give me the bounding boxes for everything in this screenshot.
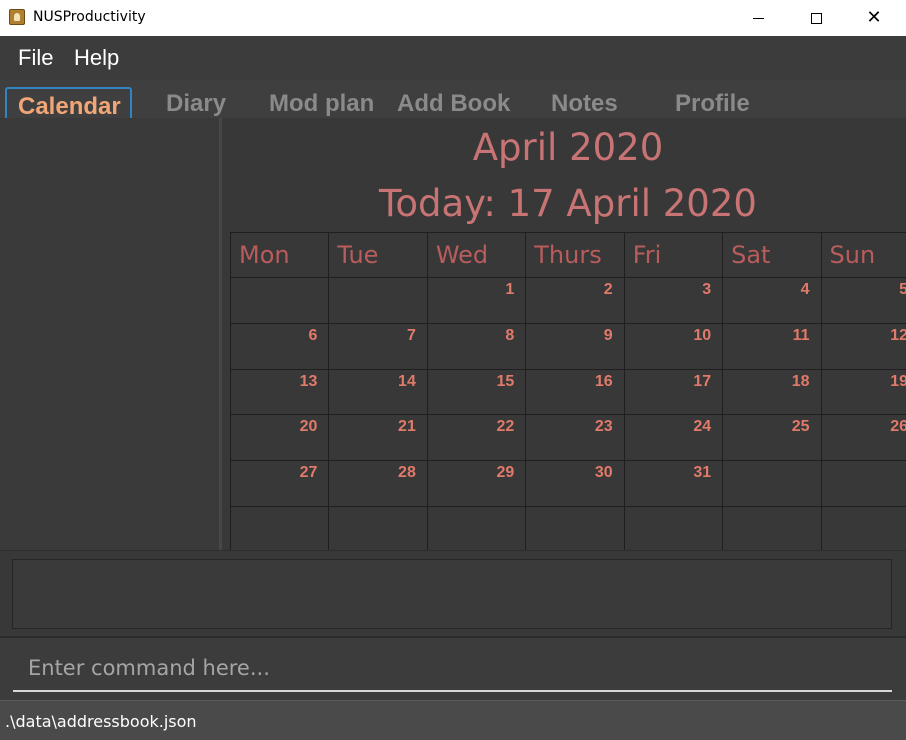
calendar-day-cell[interactable]: 29 — [426, 460, 527, 507]
calendar-week-row: 6 7 8 9 10 11 12 — [229, 322, 906, 370]
weekday-header: Sun — [820, 232, 906, 278]
minimize-button[interactable] — [735, 0, 781, 36]
calendar-day-cell[interactable] — [623, 505, 724, 553]
calendar-day-cell[interactable]: 1 — [426, 277, 527, 324]
calendar-week-row: 27 28 29 30 31 — [229, 460, 906, 507]
minimize-icon — [752, 17, 764, 19]
calendar-week-row: 1 2 3 4 5 — [229, 277, 906, 324]
calendar-day-cell[interactable]: 17 — [623, 368, 724, 416]
calendar-day-cell[interactable]: 9 — [525, 322, 625, 370]
calendar-day-cell[interactable]: 26 — [820, 414, 906, 462]
calendar-day-cell[interactable]: 2 — [525, 277, 625, 324]
calendar-week-row: 20 21 22 23 24 25 26 — [229, 414, 906, 462]
calendar-day-cell[interactable]: 11 — [722, 322, 822, 370]
calendar-day-cell[interactable]: 16 — [525, 368, 625, 416]
weekday-header: Sat — [722, 232, 822, 278]
calendar-day-cell[interactable]: 24 — [623, 414, 724, 462]
calendar-day-cell[interactable]: 20 — [229, 414, 330, 462]
calendar-day-cell[interactable] — [426, 505, 527, 553]
today-label: Today: 17 April 2020 — [379, 182, 757, 225]
calendar-day-cell[interactable]: 21 — [328, 414, 428, 462]
result-display[interactable] — [12, 559, 892, 629]
close-icon: ✕ — [866, 7, 882, 28]
calendar-day-cell[interactable]: 7 — [328, 322, 428, 370]
app-icon — [9, 9, 25, 25]
calendar-day-cell[interactable]: 31 — [623, 460, 724, 507]
status-bar: .\data\addressbook.json — [0, 700, 906, 740]
calendar-day-cell[interactable] — [722, 505, 822, 553]
calendar-panel: April 2020 Today: 17 April 2020 Mon Tue … — [0, 118, 906, 553]
calendar-day-cell[interactable]: 25 — [722, 414, 822, 462]
window-title: NUSProductivity — [33, 9, 146, 25]
calendar-day-cell[interactable] — [328, 277, 428, 324]
calendar-day-cell[interactable] — [229, 505, 330, 553]
calendar-day-cell[interactable] — [820, 505, 906, 553]
calendar-day-cell[interactable] — [722, 460, 822, 507]
calendar-day-cell[interactable]: 22 — [426, 414, 527, 462]
calendar-day-cell[interactable]: 15 — [426, 368, 527, 416]
calendar-day-cell[interactable]: 12 — [820, 322, 906, 370]
menu-file[interactable]: File — [18, 45, 53, 71]
weekday-header: Thurs — [525, 232, 625, 278]
calendar-day-cell[interactable]: 14 — [328, 368, 428, 416]
menu-bar: File Help — [0, 36, 906, 80]
tab-profile[interactable]: Profile — [675, 90, 750, 118]
calendar-day-cell[interactable]: 23 — [525, 414, 625, 462]
tab-bar: Calendar Diary Mod plan Add Book Notes P… — [0, 80, 906, 118]
weekday-header-row: Mon Tue Wed Thurs Fri Sat Sun — [229, 232, 906, 278]
calendar-day-cell[interactable]: 30 — [525, 460, 625, 507]
calendar-week-row — [229, 505, 906, 553]
tab-diary[interactable]: Diary — [166, 90, 226, 118]
command-area — [0, 636, 906, 700]
tab-notes[interactable]: Notes — [551, 90, 618, 118]
weekday-header: Fri — [623, 232, 724, 278]
calendar-day-cell[interactable] — [525, 505, 625, 553]
calendar-day-cell[interactable]: 28 — [328, 460, 428, 507]
calendar-day-cell[interactable] — [820, 460, 906, 507]
maximize-icon — [810, 12, 822, 24]
calendar-day-cell[interactable]: 10 — [623, 322, 724, 370]
maximize-button[interactable] — [793, 0, 839, 36]
weekday-header: Wed — [426, 232, 527, 278]
tab-calendar[interactable]: Calendar — [5, 87, 132, 118]
calendar-day-cell[interactable]: 27 — [229, 460, 330, 507]
calendar-day-cell[interactable]: 6 — [229, 322, 330, 370]
calendar-day-cell[interactable]: 4 — [722, 277, 822, 324]
tab-add-book[interactable]: Add Book — [397, 90, 510, 118]
calendar-grid: Mon Tue Wed Thurs Fri Sat Sun 1 2 3 4 5 … — [229, 232, 906, 553]
calendar-day-cell[interactable]: 19 — [820, 368, 906, 416]
weekday-header: Mon — [229, 232, 330, 278]
split-divider[interactable] — [219, 118, 222, 550]
command-input[interactable] — [13, 646, 892, 692]
close-button[interactable]: ✕ — [851, 0, 897, 36]
weekday-header: Tue — [328, 232, 428, 278]
menu-help[interactable]: Help — [74, 45, 119, 71]
calendar-day-cell[interactable]: 8 — [426, 322, 527, 370]
tab-mod-plan[interactable]: Mod plan — [269, 90, 374, 118]
calendar-day-cell[interactable]: 18 — [722, 368, 822, 416]
calendar-day-cell[interactable]: 3 — [623, 277, 724, 324]
title-bar: NUSProductivity ✕ — [0, 0, 906, 36]
calendar-day-cell[interactable]: 5 — [820, 277, 906, 324]
calendar-day-cell[interactable] — [229, 277, 330, 324]
result-area — [0, 550, 906, 636]
calendar-week-row: 13 14 15 16 17 18 19 — [229, 368, 906, 416]
side-panel — [0, 118, 219, 550]
calendar-day-cell[interactable]: 13 — [229, 368, 330, 416]
status-file-path: .\data\addressbook.json — [5, 712, 197, 731]
calendar-day-cell[interactable] — [328, 505, 428, 553]
month-title: April 2020 — [472, 126, 664, 169]
